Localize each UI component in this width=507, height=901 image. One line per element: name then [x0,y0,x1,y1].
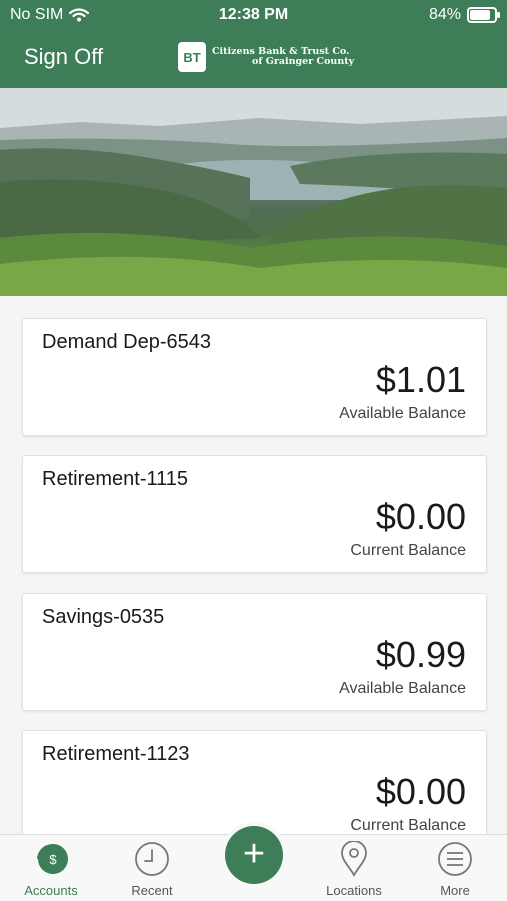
logo-mark: BT [178,42,206,72]
tab-locations[interactable]: Locations [309,835,399,901]
location-pin-icon [336,840,372,877]
plus-icon[interactable]: + [225,826,283,884]
tab-locations-label: Locations [326,883,382,898]
account-name: Savings-0535 [42,606,165,628]
balance-label: Current Balance [350,817,466,834]
bank-logo: BT Citizens Bank & Trust Co. of Grainger… [178,40,354,74]
tab-accounts-label: Accounts [24,883,78,898]
tab-recent[interactable]: Recent [107,835,197,901]
dollar-icon: $ [33,841,69,877]
menu-icon [437,841,473,877]
dollar-icon-text: $ [49,852,57,867]
sign-off-button[interactable]: Sign Off [24,44,103,70]
account-name: Retirement-1115 [42,468,188,490]
account-card[interactable]: Retirement-1115 $0.00 Current Balance [22,455,487,573]
balance-label: Available Balance [339,680,466,697]
account-name: Retirement-1123 [42,743,190,765]
tab-more-label: More [440,883,470,898]
account-amount: $1.01 [375,359,466,400]
battery-percent: 84% [428,6,461,23]
tab-more[interactable]: More [410,835,500,901]
account-name: Demand Dep-6543 [42,331,211,353]
account-amount: $0.00 [375,771,466,812]
tab-accounts[interactable]: $ Accounts [6,835,96,901]
logo-text: Citizens Bank & Trust Co. of Grainger Co… [212,47,354,67]
hero-landscape-image [0,88,507,296]
balance-label: Current Balance [350,542,466,559]
top-bar: No SIM 12:38 PM 84% Sign Off BT Citizens… [0,0,507,88]
account-card[interactable]: Savings-0535 $0.99 Available Balance [22,593,487,711]
account-amount: $0.00 [375,496,466,537]
bank-name-line2: of Grainger County [252,56,355,67]
tab-recent-label: Recent [131,883,173,898]
battery-icon [467,7,500,23]
account-amount: $0.99 [375,634,466,675]
account-card[interactable]: Demand Dep-6543 $1.01 Available Balance [22,318,487,436]
clock-icon [134,841,170,877]
status-bar: No SIM 12:38 PM 84% [0,0,507,30]
balance-label: Available Balance [339,405,466,422]
battery-group: 84% [428,6,500,24]
